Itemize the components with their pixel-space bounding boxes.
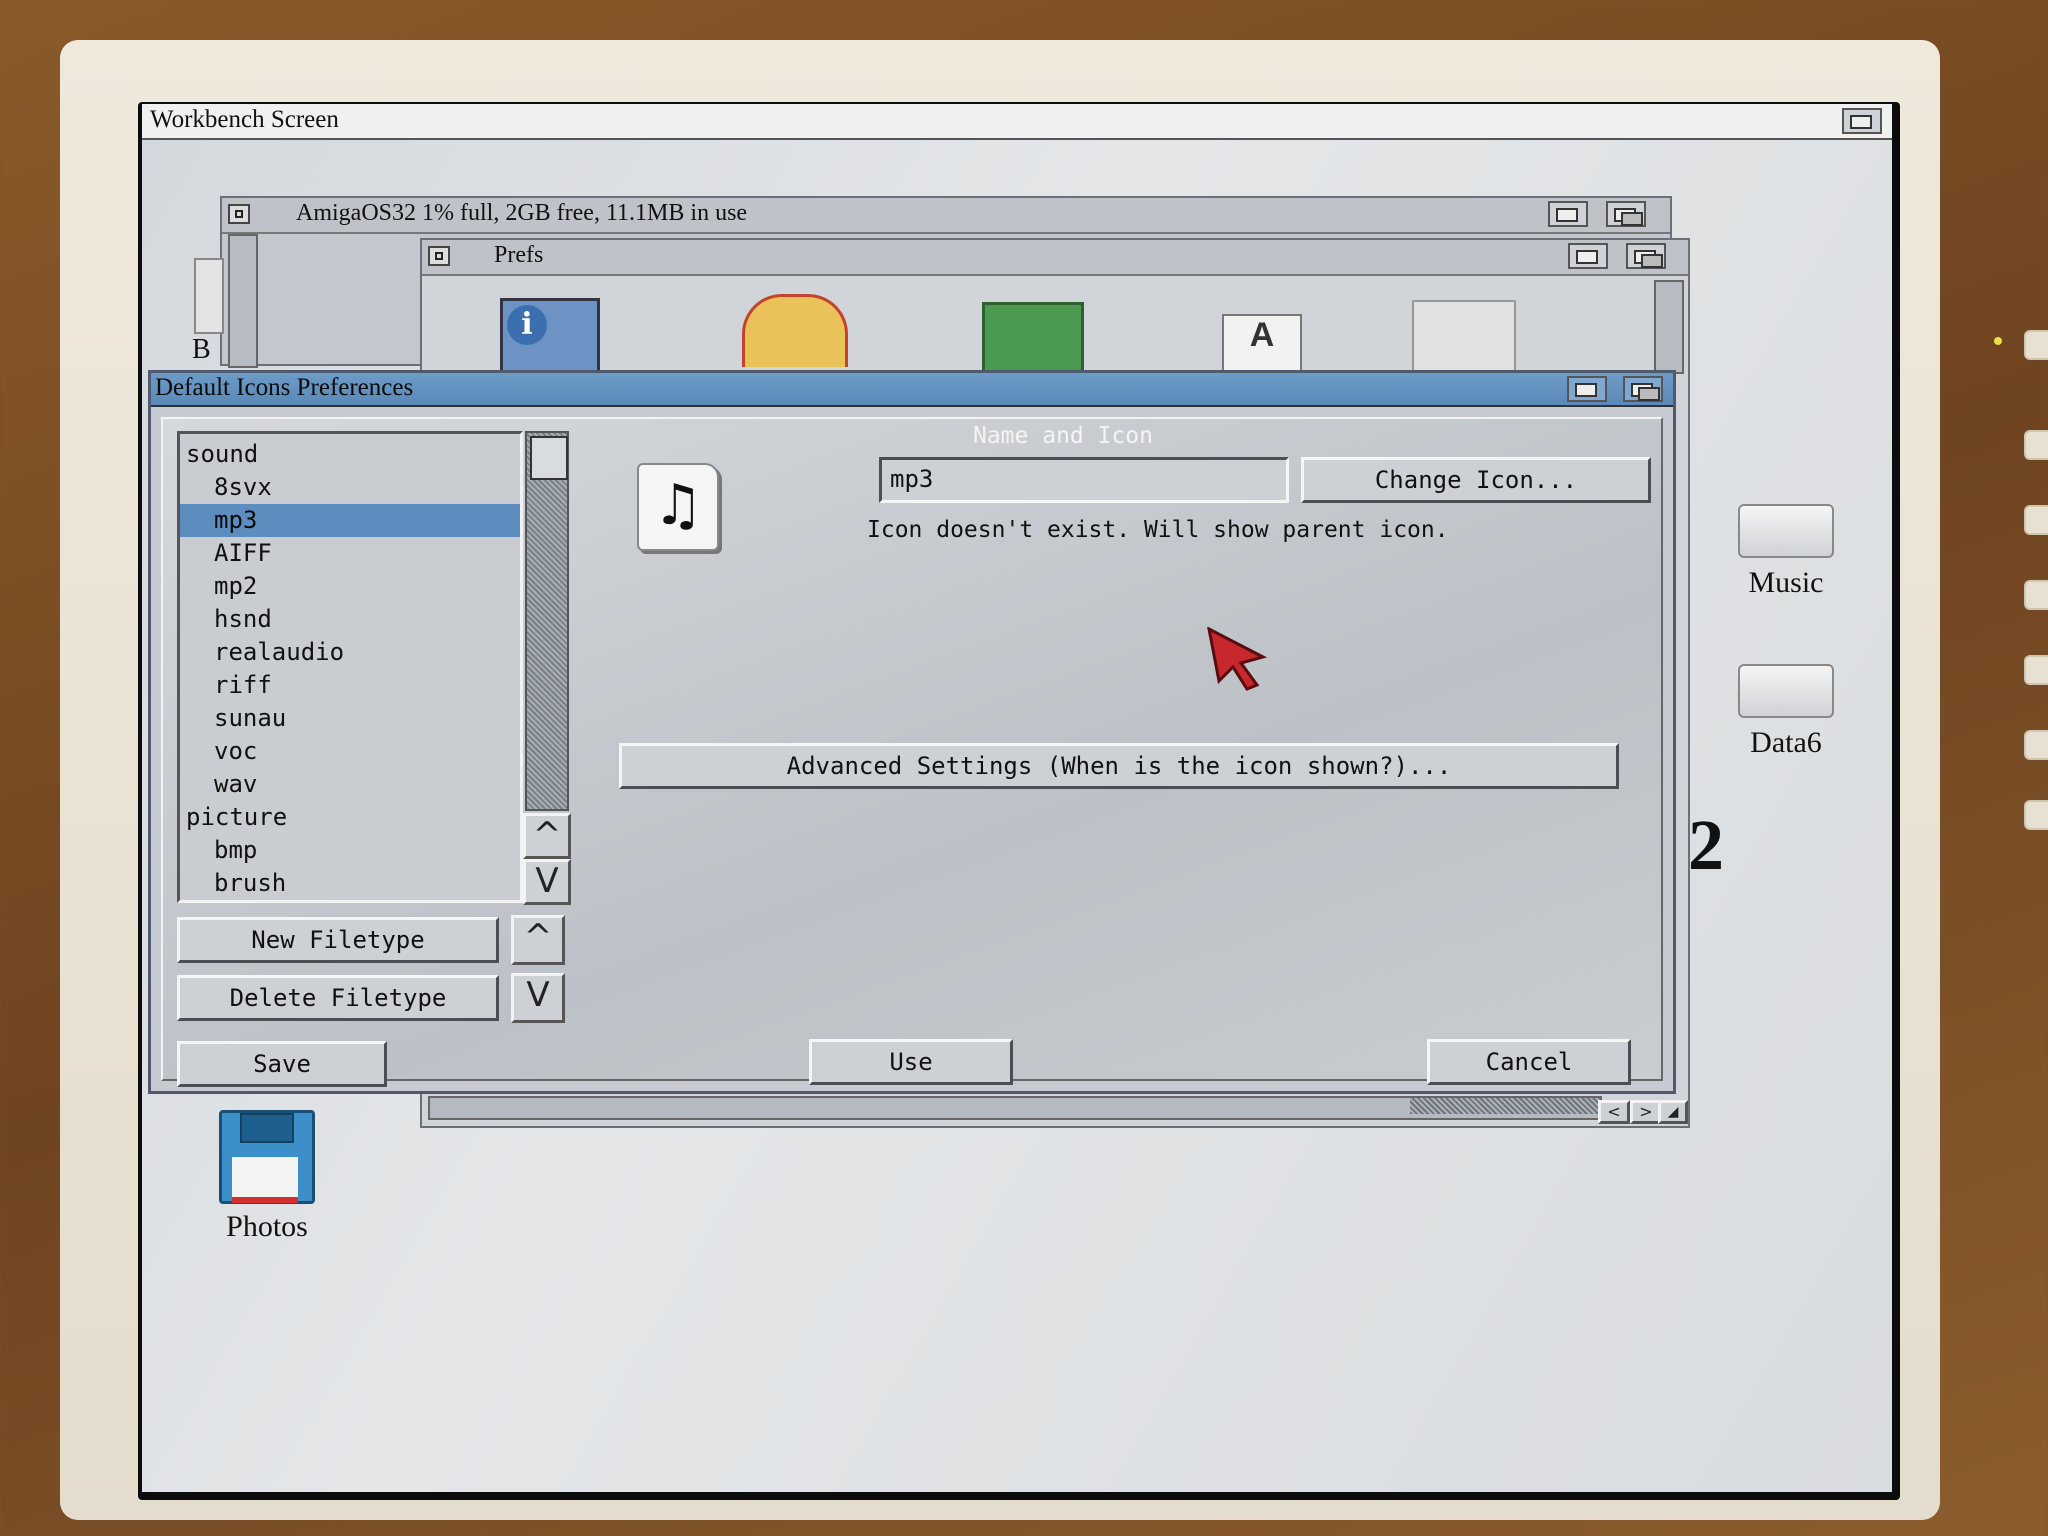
filetype-list-item[interactable]: wav: [180, 768, 520, 801]
depth-back-icon: [1621, 212, 1643, 226]
harddisk-icon: [1738, 664, 1834, 718]
down-arrow-icon: V: [526, 975, 550, 1015]
info-pref-icon[interactable]: i: [500, 298, 600, 371]
close-gadget-icon[interactable]: [428, 246, 450, 266]
move-down-button[interactable]: V: [511, 973, 565, 1023]
printer-pref-icon[interactable]: [1412, 300, 1516, 370]
monitor-ok-button[interactable]: [2024, 800, 2048, 830]
filetype-list-item[interactable]: hsnd: [180, 603, 520, 636]
up-arrow-icon: ^: [523, 917, 553, 957]
filetype-list-item[interactable]: brush: [180, 867, 520, 900]
filetype-list-item[interactable]: mp2: [180, 570, 520, 603]
zoom-gadget[interactable]: [1548, 201, 1588, 227]
prefs-content-panel: sound 8svx mp3 AIFF mp2 hsnd realaudio riff suna…: [161, 417, 1663, 1087]
workbench-screen: Workbench Screen AmigaOS32 1% full, 2GB …: [142, 104, 1892, 1492]
music-drive-label: Music: [1748, 566, 1824, 599]
power-led: [1994, 337, 2002, 345]
drive-window-title: AmigaOS32 1% full, 2GB free, 11.1MB in u…: [296, 200, 748, 226]
size-gadget[interactable]: ◢: [1658, 1100, 1688, 1124]
zoom-icon: [1576, 250, 1598, 264]
prefs-drawer-hscroll[interactable]: [428, 1096, 1602, 1120]
music-note-icon[interactable]: ♫: [637, 463, 719, 551]
use-button[interactable]: Use: [809, 1039, 1013, 1085]
cancel-button[interactable]: Cancel: [1427, 1039, 1631, 1085]
advanced-settings-button[interactable]: Advanced Settings (When is the icon show…: [619, 743, 1619, 789]
photos-disk-label: Photos: [226, 1210, 308, 1243]
data6-drive-icon[interactable]: Data6: [1726, 664, 1846, 760]
monitor-power-button[interactable]: [2024, 330, 2048, 360]
scrollbar-knob[interactable]: [530, 436, 568, 480]
partial-icon-label: 2: [1688, 805, 1724, 885]
depth-back-icon: [1638, 387, 1660, 401]
photos-disk-icon[interactable]: Photos: [202, 1110, 332, 1244]
new-filetype-button[interactable]: New Filetype: [177, 917, 499, 963]
screen-title-bar: Workbench Screen: [142, 104, 1892, 140]
harddisk-icon: [1738, 504, 1834, 558]
prefs-window-title: Default Icons Preferences: [155, 374, 414, 401]
filetype-list-item[interactable]: 8svx: [180, 471, 520, 504]
filetype-list-scrollbar[interactable]: [525, 431, 569, 811]
filetype-list-item[interactable]: AIFF: [180, 537, 520, 570]
filetype-list-item[interactable]: realaudio: [180, 636, 520, 669]
prefs-drawer-title: Prefs: [494, 242, 544, 268]
filetype-name-input[interactable]: mp3: [879, 457, 1289, 503]
depth-gadget[interactable]: [1606, 201, 1646, 227]
zoom-icon: [1556, 208, 1578, 222]
save-button[interactable]: Save: [177, 1041, 387, 1087]
depth-gadget[interactable]: [1623, 376, 1663, 402]
prefs-drawer-vscroll[interactable]: [1654, 280, 1684, 374]
delete-filetype-button[interactable]: Delete Filetype: [177, 975, 499, 1021]
harddisk-icon[interactable]: [194, 258, 224, 334]
filetype-list-item[interactable]: picture: [180, 801, 520, 834]
monitor-contrast-button[interactable]: [2024, 505, 2048, 535]
depth-gadget[interactable]: [1626, 243, 1666, 269]
music-drive-icon[interactable]: Music: [1726, 504, 1846, 600]
up-arrow-icon: ^: [532, 815, 562, 855]
filetype-list-item[interactable]: mp3: [180, 504, 520, 537]
font-pref-icon[interactable]: A: [1222, 314, 1302, 370]
down-arrow-icon: V: [535, 861, 559, 901]
screen-depth-gadget[interactable]: [1842, 108, 1882, 134]
data6-drive-label: Data6: [1750, 726, 1822, 759]
move-up-button[interactable]: ^: [511, 915, 565, 965]
icon-status-text: Icon doesn't exist. Will show parent ico…: [867, 517, 1449, 543]
filetype-items: sound 8svx mp3 AIFF mp2 hsnd realaudio riff suna…: [180, 434, 520, 900]
mouse-pointer-icon: [1207, 627, 1268, 691]
filetype-list-item[interactable]: sunau: [180, 702, 520, 735]
monitor-brightness-button[interactable]: [2024, 580, 2048, 610]
prefs-picture-icon[interactable]: [742, 294, 848, 367]
monitor-menu-button[interactable]: [2024, 430, 2048, 460]
change-icon-button[interactable]: Change Icon...: [1301, 457, 1651, 503]
screenmode-pref-icon[interactable]: [982, 302, 1084, 371]
drive-window-scrollbar[interactable]: [228, 234, 258, 368]
scroll-left-arrow[interactable]: <: [1598, 1100, 1630, 1124]
close-gadget-icon[interactable]: [228, 204, 250, 224]
screen-title: Workbench Screen: [150, 106, 339, 133]
floppy-icon: [219, 1110, 315, 1204]
list-scroll-down-button[interactable]: V: [523, 859, 571, 905]
zoom-gadget[interactable]: [1567, 376, 1607, 402]
filetype-list[interactable]: sound 8svx mp3 AIFF mp2 hsnd realaudio riff suna…: [177, 431, 523, 903]
monitor-up-button[interactable]: [2024, 655, 2048, 685]
filetype-list-item[interactable]: sound: [180, 438, 520, 471]
drive-window-titlebar[interactable]: AmigaOS32 1% full, 2GB free, 11.1MB in u…: [222, 198, 1670, 234]
prefs-window-titlebar[interactable]: Default Icons Preferences: [151, 373, 1673, 407]
zoom-gadget[interactable]: [1568, 243, 1608, 269]
zoom-icon: [1575, 383, 1597, 397]
filetype-list-item[interactable]: riff: [180, 669, 520, 702]
default-icons-preferences-window[interactable]: Default Icons Preferences sound 8svx mp3 AI…: [148, 370, 1676, 1094]
name-and-icon-section-title: Name and Icon: [972, 423, 1153, 449]
monitor-down-button[interactable]: [2024, 730, 2048, 760]
prefs-drawer-titlebar[interactable]: Prefs: [422, 240, 1688, 276]
filetype-list-item[interactable]: voc: [180, 735, 520, 768]
list-scroll-up-button[interactable]: ^: [523, 813, 571, 859]
partial-icon-label: B: [192, 334, 211, 365]
filetype-list-item[interactable]: bmp: [180, 834, 520, 867]
depth-icon: [1850, 115, 1872, 129]
depth-back-icon: [1641, 254, 1663, 268]
